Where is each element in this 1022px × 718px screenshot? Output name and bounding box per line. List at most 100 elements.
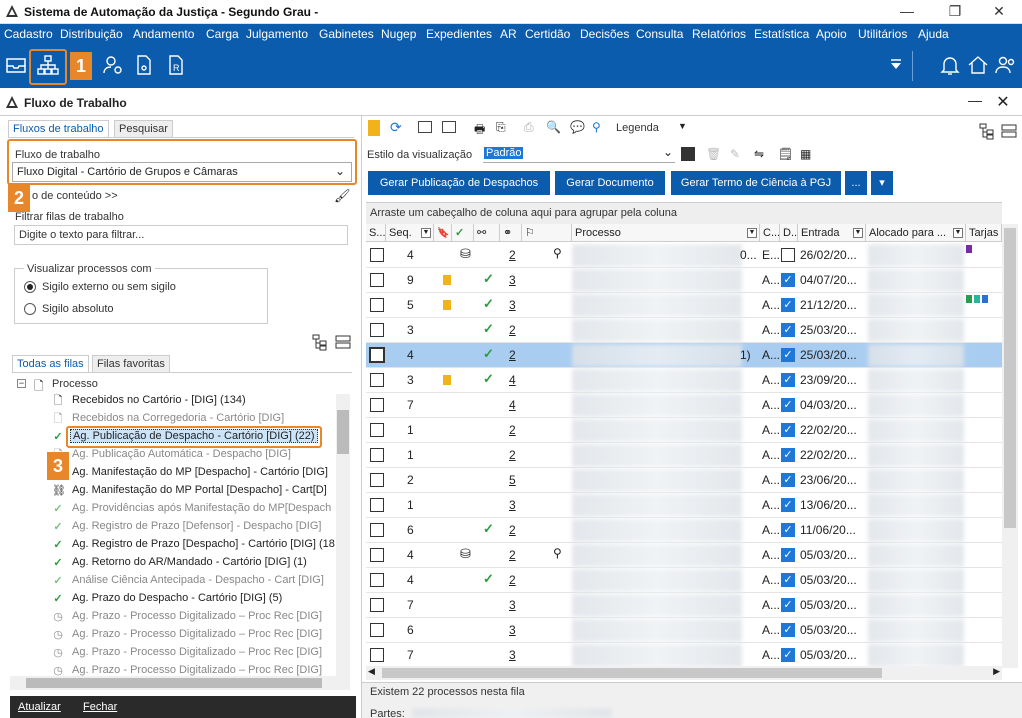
table-row[interactable]: 3 ✓ 2 A... ✓ 25/03/20... (366, 318, 1002, 343)
refresh-icon[interactable]: ⟳ (390, 119, 402, 136)
table-row[interactable]: 1 2 A... ✓ 22/02/20... (366, 443, 1002, 468)
row-d-checkbox[interactable] (781, 248, 795, 262)
queue-item[interactable]: 🗋 Recebidos no Cartório - [DIG] (134) (0, 392, 340, 410)
col-check[interactable]: ✓ (452, 224, 474, 241)
close-window-button[interactable]: ✕ (976, 0, 1022, 24)
queue-item[interactable]: ✓ Ag. Publicação de Despacho - Cartório [… (0, 426, 340, 448)
col-bookmark[interactable]: 🔖 (434, 224, 452, 241)
row-checkbox[interactable] (370, 248, 384, 262)
menu-item-12[interactable]: Relatórios (692, 27, 746, 41)
generate-dispatch-publication-button[interactable]: Gerar Publicação de Despachos (368, 171, 550, 195)
row-count-link[interactable]: 2 (509, 523, 516, 537)
inbox-icon[interactable] (4, 53, 28, 77)
generate-document-button[interactable]: Gerar Documento (555, 171, 665, 195)
menu-item-16[interactable]: Ajuda (918, 27, 949, 41)
row-count-link[interactable]: 2 (509, 348, 516, 362)
table-row[interactable]: 7 4 A... ✓ 04/03/20... (366, 393, 1002, 418)
col-status[interactable]: S... (366, 224, 386, 241)
dropdown-arrow-icon[interactable] (884, 53, 908, 77)
row-count-link[interactable]: 4 (509, 398, 516, 412)
grid-vscrollbar[interactable] (1002, 224, 1018, 668)
row-checkbox[interactable] (370, 398, 384, 412)
queue-item[interactable]: ◷ Ag. Prazo - Processo Digitalizado – Pro… (0, 608, 340, 626)
row-checkbox[interactable] (370, 598, 384, 612)
list-view-icon[interactable] (1000, 122, 1018, 140)
menu-item-3[interactable]: Carga (206, 27, 239, 41)
users-icon[interactable] (994, 53, 1018, 77)
row-checkbox[interactable] (370, 323, 384, 337)
row-count-link[interactable]: 2 (509, 248, 516, 262)
col-allocated[interactable]: Alocado para ... ▼ (866, 224, 966, 241)
menu-item-10[interactable]: Decisões (580, 27, 629, 41)
minimize-button[interactable]: — (884, 0, 930, 24)
row-count-link[interactable]: 2 (509, 448, 516, 462)
export-grid-icon[interactable]: ▦ (800, 147, 811, 161)
row-checkbox[interactable] (370, 523, 384, 537)
row-d-checkbox[interactable]: ✓ (781, 573, 795, 587)
content-type-link[interactable]: o de conteúdo >> (32, 190, 118, 202)
panel-collapse-icon[interactable]: — (963, 92, 987, 108)
tab-favorite-queues[interactable]: Filas favoritas (92, 355, 170, 373)
menu-item-6[interactable]: Nugep (381, 27, 416, 41)
menu-item-1[interactable]: Distribuição (60, 27, 123, 41)
queue-item[interactable]: ✓ Ag. Registro de Prazo [Despacho] - Cart… (0, 536, 340, 554)
attach-icon[interactable]: ⎙ (524, 120, 534, 135)
collapse-icon[interactable]: − (17, 379, 26, 388)
queue-item[interactable]: ✓ Análise Ciência Antecipada - Despacho -… (0, 572, 340, 590)
table-row[interactable]: 2 5 A... ✓ 23/06/20... (366, 468, 1002, 493)
table-row[interactable]: 7 3 A... ✓ 05/03/20... (366, 643, 1002, 667)
table-row[interactable]: 7 3 A... ✓ 05/03/20... (366, 593, 1002, 618)
filter-input[interactable]: Digite o texto para filtrar... (14, 225, 348, 245)
menu-item-0[interactable]: Cadastro (4, 27, 53, 41)
col-entry[interactable]: Entrada ▼ (798, 224, 866, 241)
menu-item-13[interactable]: Estatística (754, 27, 809, 41)
queue-item[interactable]: ✓ Ag. Retorno do AR/Mandado - Cartório [D… (0, 554, 340, 572)
row-count-link[interactable]: 3 (509, 623, 516, 637)
row-d-checkbox[interactable]: ✓ (781, 423, 795, 437)
bookmark-icon[interactable] (368, 120, 380, 136)
queue-item[interactable]: ✓ Ag. Providências após Manifestação do M… (0, 500, 340, 518)
col-d[interactable]: D... (780, 224, 798, 241)
close-button[interactable]: Fechar (83, 701, 117, 713)
filter-menu-button[interactable]: ▾ (871, 171, 893, 195)
queue-item[interactable]: ◷ Ag. Prazo - Processo Digitalizado – Pro… (0, 644, 340, 662)
col-process[interactable]: Processo ▼ (572, 224, 760, 241)
row-d-checkbox[interactable]: ✓ (781, 623, 795, 637)
user-settings-icon[interactable] (101, 53, 125, 77)
col-c[interactable]: C... (760, 224, 780, 241)
row-count-link[interactable]: 3 (509, 648, 516, 662)
col-tags[interactable]: Tarjas (966, 224, 1002, 241)
row-checkbox[interactable] (370, 423, 384, 437)
panel-close-button[interactable]: ✕ (993, 92, 1013, 112)
table-row[interactable]: 3 ✓ 4 A... ✓ 23/09/20... (366, 368, 1002, 393)
list-view-icon[interactable] (334, 333, 352, 351)
user-search-icon[interactable]: ⚲ (592, 120, 601, 134)
col-pin[interactable]: ⚐ (522, 224, 572, 241)
table-row[interactable]: 4 ⛁ 2 ⚲ A... ✓ 05/03/20... (366, 543, 1002, 568)
table-row[interactable]: 1 2 A... ✓ 22/02/20... (366, 418, 1002, 443)
menu-item-5[interactable]: Gabinetes (319, 27, 374, 41)
queue-item[interactable]: ⛓ Ag. Manifestação do MP Portal [Despacho… (0, 482, 340, 500)
table-row[interactable]: 5 ✓ 3 A... ✓ 21/12/20... (366, 293, 1002, 318)
workflow-tree-icon[interactable] (36, 53, 60, 77)
export-icon[interactable]: ⎘ (496, 120, 506, 135)
copy-icon[interactable] (418, 121, 432, 133)
row-checkbox[interactable] (370, 548, 384, 562)
view-style-select[interactable]: Padrão ⌄ (483, 145, 675, 163)
tree-view-icon[interactable] (311, 333, 329, 351)
tab-search[interactable]: Pesquisar (114, 120, 173, 138)
col-link[interactable]: ⚭ (500, 224, 522, 241)
maximize-button[interactable]: ❐ (932, 0, 978, 24)
row-checkbox[interactable] (370, 498, 384, 512)
tab-flows[interactable]: Fluxos de trabalho (8, 120, 109, 138)
menu-item-9[interactable]: Certidão (525, 27, 570, 41)
row-count-link[interactable]: 3 (509, 298, 516, 312)
notifications-bell-icon[interactable] (938, 53, 962, 77)
row-count-link[interactable]: 3 (509, 273, 516, 287)
paste-icon[interactable] (442, 121, 456, 133)
queue-item[interactable]: ✓ Ag. Registro de Prazo [Defensor] - Desp… (0, 518, 340, 536)
tab-all-queues[interactable]: Todas as filas (12, 355, 89, 373)
search-document-icon[interactable]: 🔍 (546, 120, 561, 134)
update-button[interactable]: Atualizar (18, 701, 61, 713)
menu-item-14[interactable]: Apoio (816, 27, 847, 41)
